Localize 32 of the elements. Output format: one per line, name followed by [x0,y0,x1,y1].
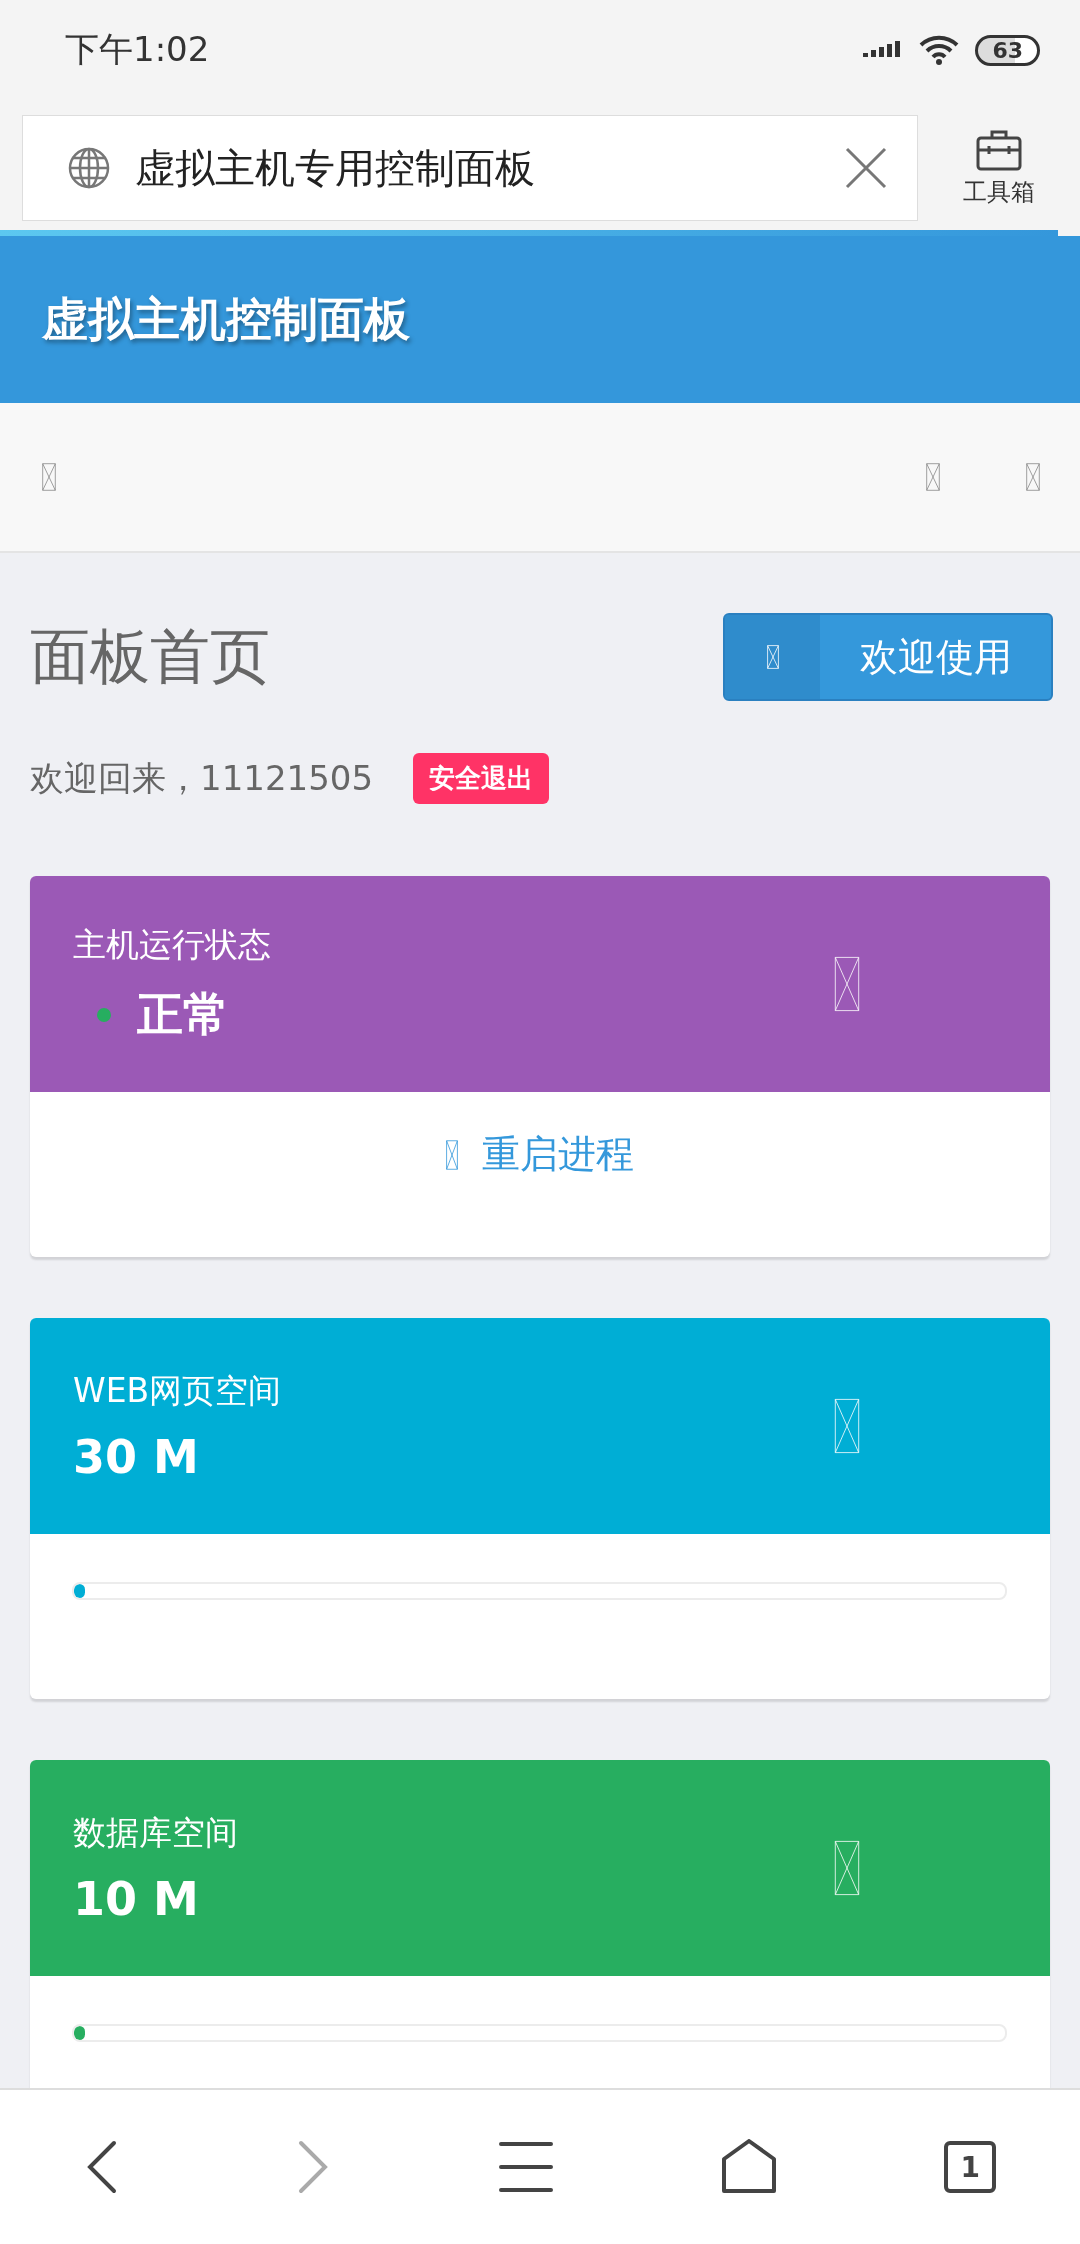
card-label: 主机运行状态 [73,923,271,966]
toolbar-button[interactable] [42,463,56,491]
globe-icon [67,146,111,190]
missing-glyph-icon [926,463,940,491]
missing-glyph-icon [1026,463,1040,491]
card-value: 30 M [73,1429,199,1484]
close-icon[interactable] [845,147,887,189]
battery-indicator: 63 [975,34,1040,66]
status-time: 下午1:02 [65,28,210,71]
missing-glyph-icon [834,1840,860,1896]
card-value: 正常 [137,985,229,1043]
missing-glyph-icon [834,956,860,1012]
wifi-icon [919,34,960,66]
menu-icon[interactable] [499,2140,553,2194]
missing-glyph-icon [446,1139,458,1170]
card-label: WEB网页空间 [73,1369,282,1412]
missing-glyph-icon [766,645,779,669]
welcome-text: 欢迎回来，11121505 [30,756,374,800]
toolbar-button[interactable] [1026,463,1040,491]
toolbox-icon [975,128,1023,172]
address-field[interactable]: 虚拟主机专用控制面板 [22,115,918,221]
card-label: 数据库空间 [73,1811,238,1854]
site-title: 虚拟主机控制面板 [42,290,410,348]
toolbox-button[interactable]: 工具箱 [918,127,1080,209]
logout-button[interactable]: 安全退出 [413,753,550,804]
missing-glyph-icon [834,1398,860,1454]
home-icon[interactable] [720,2139,777,2195]
missing-glyph-icon [42,463,56,491]
page-title: 面板首页 [30,619,270,693]
tabs-button[interactable]: 1 [944,2141,997,2193]
toolbar-button[interactable] [926,463,940,491]
card-value: 10 M [73,1871,199,1926]
